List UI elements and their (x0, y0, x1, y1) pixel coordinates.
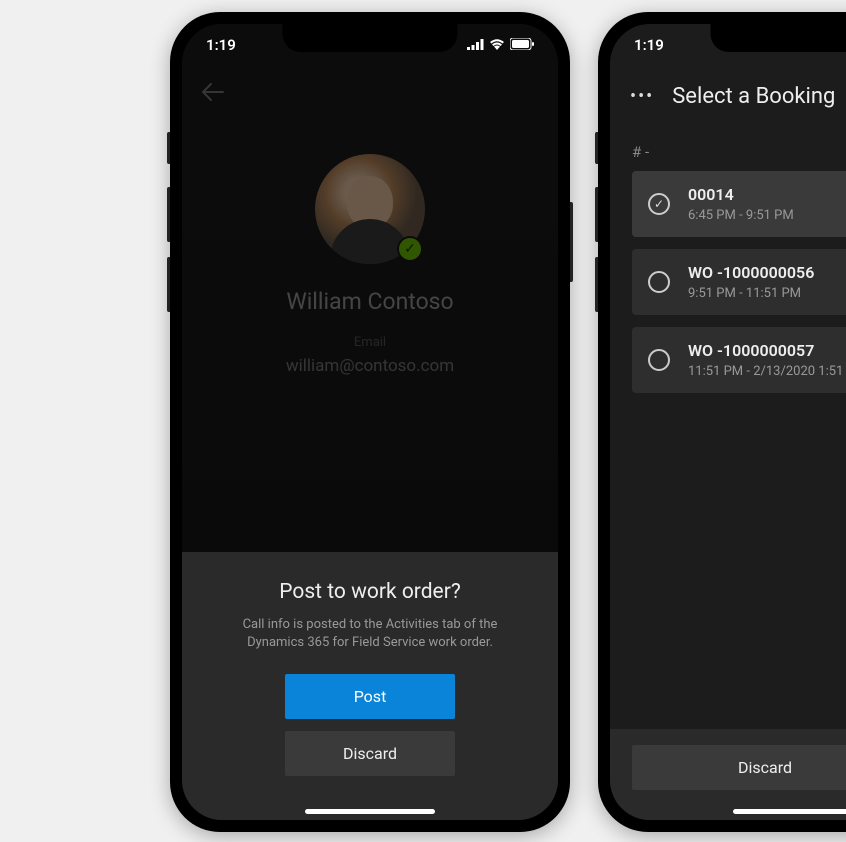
page-title: Select a Booking (672, 84, 835, 109)
booking-time: 11:51 PM - 2/13/2020 1:51 AM (688, 364, 846, 379)
phone-select-booking: 1:19 ••• Select a Booking # - (598, 12, 846, 832)
booking-time: 9:51 PM - 11:51 PM (688, 286, 846, 301)
more-icon[interactable]: ••• (630, 86, 654, 107)
status-icons (467, 36, 534, 54)
section-label: # - (610, 125, 846, 171)
radio-unselected-icon (648, 271, 670, 293)
action-sheet: Post to work order? Call info is posted … (182, 552, 558, 820)
status-time: 1:19 (634, 36, 664, 54)
home-indicator[interactable] (733, 809, 846, 814)
discard-button[interactable]: Discard (632, 745, 846, 790)
battery-icon (510, 36, 534, 54)
booking-title: 00014 (688, 185, 846, 204)
booking-list: ✓ 00014 6:45 PM - 9:51 PM WO -1000000056… (610, 171, 846, 393)
status-time: 1:19 (206, 36, 236, 54)
booking-item-wo-1000000056[interactable]: WO -1000000056 9:51 PM - 11:51 PM (632, 249, 846, 315)
footer-actions: Discard (610, 729, 846, 820)
booking-item-00014[interactable]: ✓ 00014 6:45 PM - 9:51 PM (632, 171, 846, 237)
booking-time: 6:45 PM - 9:51 PM (688, 208, 846, 223)
radio-unselected-icon (648, 349, 670, 371)
radio-selected-icon: ✓ (648, 193, 670, 215)
booking-title: WO -1000000057 (688, 341, 846, 360)
home-indicator[interactable] (305, 809, 435, 814)
post-button[interactable]: Post (285, 674, 455, 719)
discard-button[interactable]: Discard (285, 731, 455, 776)
sheet-title: Post to work order? (204, 580, 536, 604)
cellular-icon (467, 36, 484, 54)
booking-title: WO -1000000056 (688, 263, 846, 282)
phone-post-to-work-order: 1:19 ✓ Will (170, 12, 570, 832)
booking-item-wo-1000000057[interactable]: WO -1000000057 11:51 PM - 2/13/2020 1:51… (632, 327, 846, 393)
sheet-description: Call info is posted to the Activities ta… (204, 616, 536, 652)
wifi-icon (489, 36, 505, 54)
